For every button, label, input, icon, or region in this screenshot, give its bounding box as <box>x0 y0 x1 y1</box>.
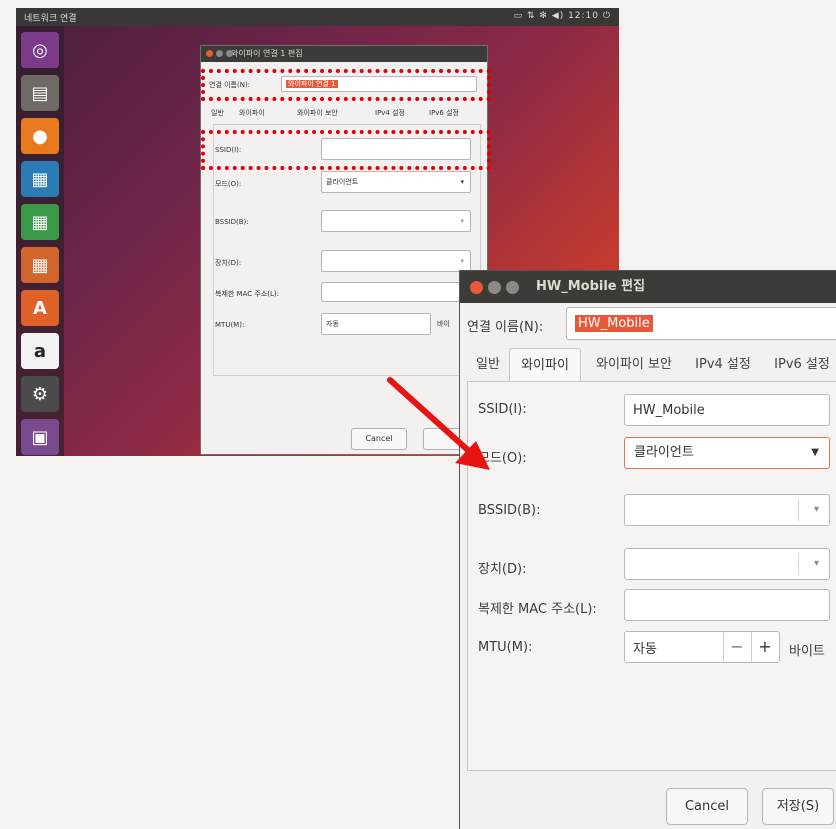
stage: 네트워크 연결 ▭ ⇅ ✻ ◀) 12:10 ⏻ ◎ ▤ ● ▦ ▦ ▦ A a… <box>0 0 836 829</box>
callout-arrow-icon <box>387 377 490 470</box>
